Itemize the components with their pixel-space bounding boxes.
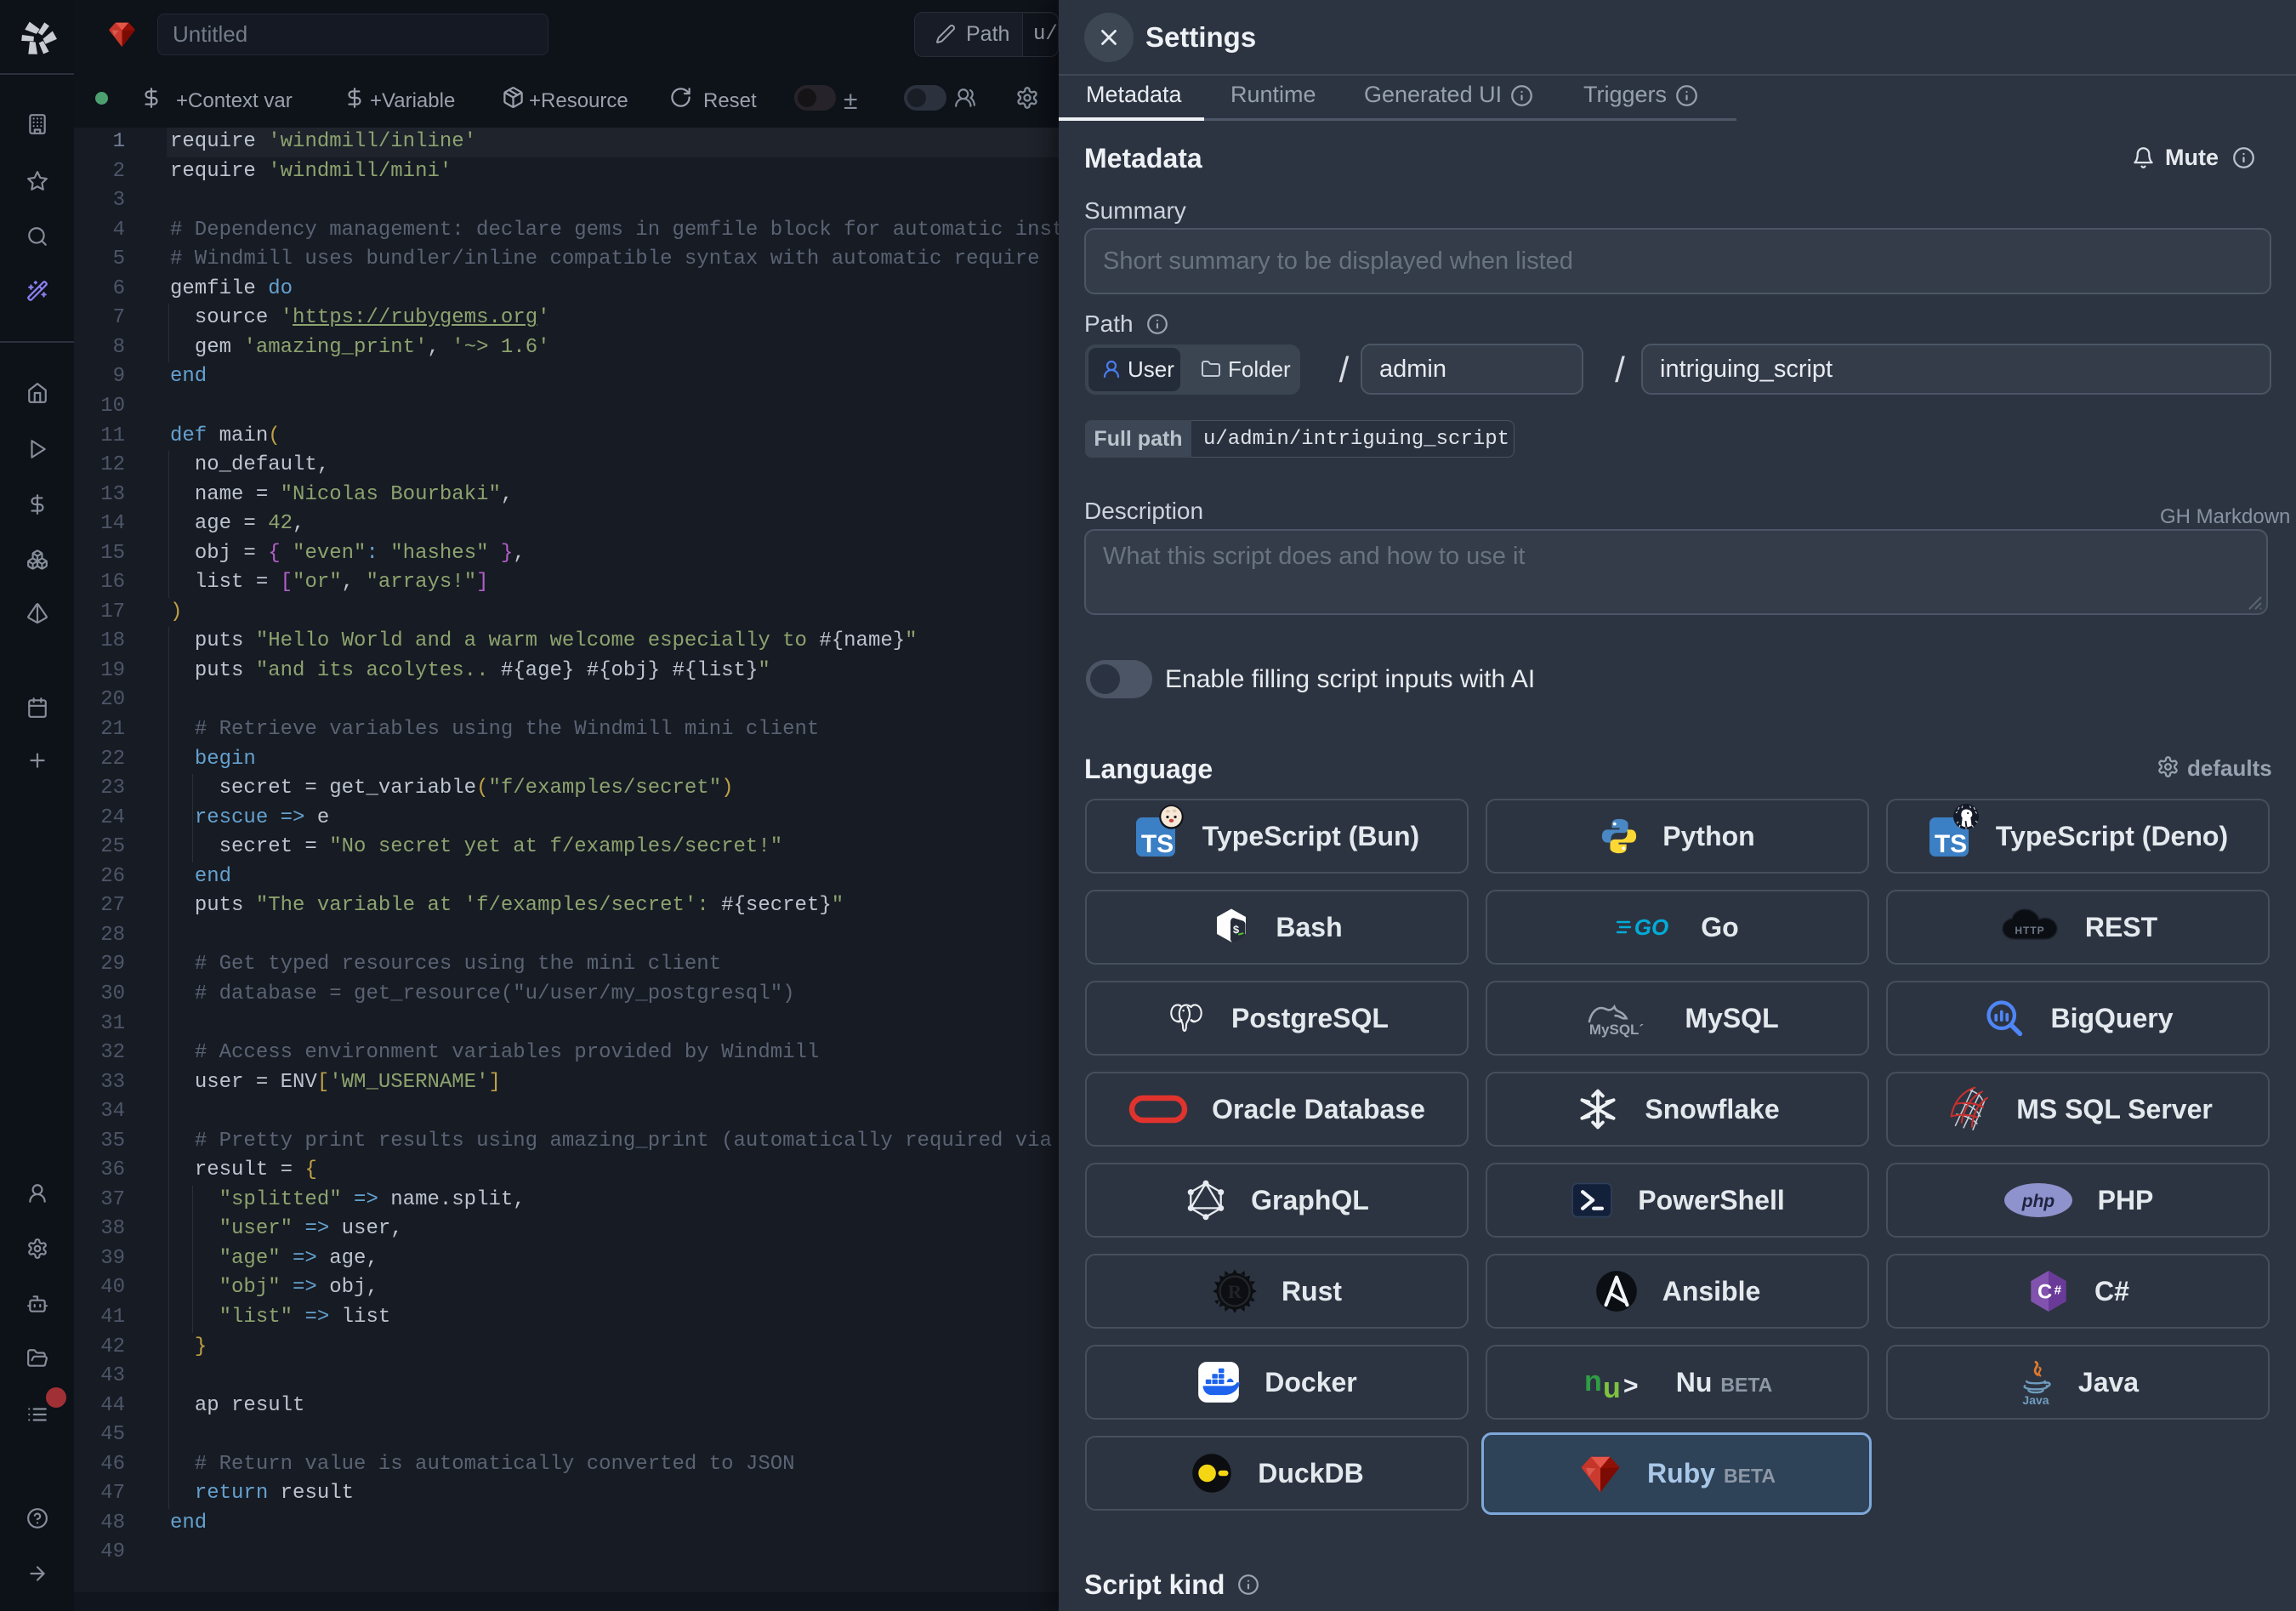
svg-text:#: # [2054,1283,2062,1297]
svg-text:u: u [1603,1372,1621,1401]
svg-text:C: C [2037,1281,2052,1304]
svg-text:HTTP: HTTP [2015,925,2044,936]
svg-text:GO: GO [1634,914,1668,940]
svg-text:Java: Java [2022,1393,2049,1406]
svg-text:MySQL´: MySQL´ [1589,1022,1644,1038]
svg-text:>: > [1623,1372,1639,1400]
svg-text:php: php [2020,1192,2054,1211]
svg-text:TS: TS [1935,830,1967,858]
svg-text:n: n [1584,1365,1602,1398]
svg-text:R: R [1228,1281,1242,1302]
svg-text:TS: TS [1141,830,1174,858]
